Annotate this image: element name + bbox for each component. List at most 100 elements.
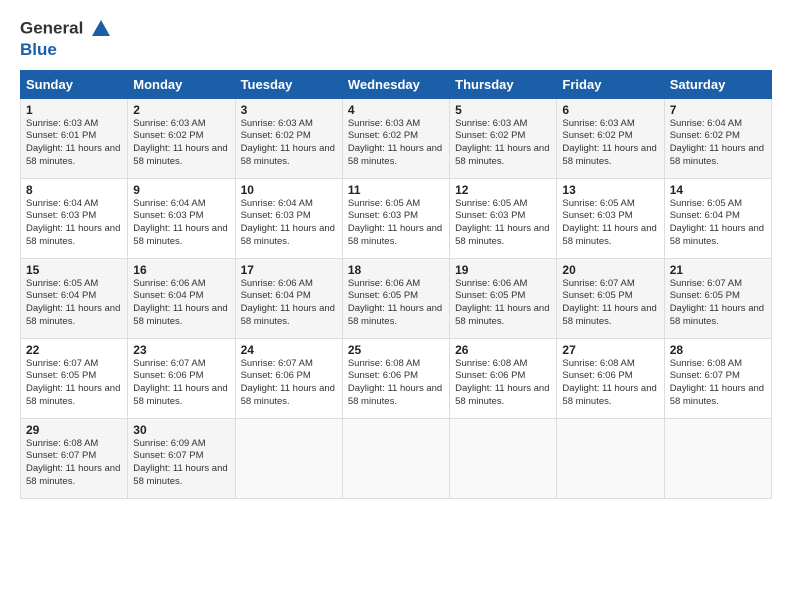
daylight-label: Daylight: 11 hours and 58 minutes.	[26, 143, 120, 167]
page: General Blue SundayMondayTuesdayWednesda…	[0, 0, 792, 612]
day-number: 30	[133, 423, 229, 437]
daylight-label: Daylight: 11 hours and 58 minutes.	[26, 223, 120, 247]
daylight-label: Daylight: 11 hours and 58 minutes.	[241, 223, 335, 247]
calendar-header-sunday: Sunday	[21, 70, 128, 98]
day-info: Sunrise: 6:06 AM Sunset: 6:04 PM Dayligh…	[241, 278, 337, 329]
daylight-label: Daylight: 11 hours and 58 minutes.	[348, 223, 442, 247]
sunrise-label: Sunrise: 6:04 AM	[26, 198, 98, 209]
calendar-cell: 4 Sunrise: 6:03 AM Sunset: 6:02 PM Dayli…	[342, 98, 449, 178]
daylight-label: Daylight: 11 hours and 58 minutes.	[241, 143, 335, 167]
daylight-label: Daylight: 11 hours and 58 minutes.	[670, 303, 764, 327]
sunrise-label: Sunrise: 6:08 AM	[562, 358, 634, 369]
day-info: Sunrise: 6:03 AM Sunset: 6:02 PM Dayligh…	[133, 118, 229, 169]
daylight-label: Daylight: 11 hours and 58 minutes.	[348, 383, 442, 407]
sunrise-label: Sunrise: 6:09 AM	[133, 438, 205, 449]
sunset-label: Sunset: 6:05 PM	[348, 290, 418, 301]
day-number: 20	[562, 263, 658, 277]
sunrise-label: Sunrise: 6:04 AM	[670, 118, 742, 129]
sunrise-label: Sunrise: 6:05 AM	[455, 198, 527, 209]
day-number: 1	[26, 103, 122, 117]
sunset-label: Sunset: 6:06 PM	[348, 370, 418, 381]
calendar-cell: 20 Sunrise: 6:07 AM Sunset: 6:05 PM Dayl…	[557, 258, 664, 338]
calendar-cell: 9 Sunrise: 6:04 AM Sunset: 6:03 PM Dayli…	[128, 178, 235, 258]
calendar-cell	[557, 418, 664, 498]
day-info: Sunrise: 6:09 AM Sunset: 6:07 PM Dayligh…	[133, 438, 229, 489]
day-number: 3	[241, 103, 337, 117]
sunrise-label: Sunrise: 6:08 AM	[670, 358, 742, 369]
sunset-label: Sunset: 6:04 PM	[133, 290, 203, 301]
sunrise-label: Sunrise: 6:05 AM	[348, 198, 420, 209]
calendar-header-monday: Monday	[128, 70, 235, 98]
calendar-cell: 8 Sunrise: 6:04 AM Sunset: 6:03 PM Dayli…	[21, 178, 128, 258]
calendar-week-4: 22 Sunrise: 6:07 AM Sunset: 6:05 PM Dayl…	[21, 338, 772, 418]
calendar-header-row: SundayMondayTuesdayWednesdayThursdayFrid…	[21, 70, 772, 98]
day-info: Sunrise: 6:06 AM Sunset: 6:04 PM Dayligh…	[133, 278, 229, 329]
day-number: 16	[133, 263, 229, 277]
daylight-label: Daylight: 11 hours and 58 minutes.	[562, 383, 656, 407]
sunset-label: Sunset: 6:04 PM	[670, 210, 740, 221]
day-info: Sunrise: 6:08 AM Sunset: 6:07 PM Dayligh…	[670, 358, 766, 409]
calendar-week-3: 15 Sunrise: 6:05 AM Sunset: 6:04 PM Dayl…	[21, 258, 772, 338]
calendar-header-thursday: Thursday	[450, 70, 557, 98]
day-number: 6	[562, 103, 658, 117]
day-number: 27	[562, 343, 658, 357]
sunrise-label: Sunrise: 6:06 AM	[241, 278, 313, 289]
day-info: Sunrise: 6:05 AM Sunset: 6:04 PM Dayligh…	[670, 198, 766, 249]
sunset-label: Sunset: 6:07 PM	[670, 370, 740, 381]
day-info: Sunrise: 6:05 AM Sunset: 6:04 PM Dayligh…	[26, 278, 122, 329]
day-number: 5	[455, 103, 551, 117]
day-number: 2	[133, 103, 229, 117]
calendar-header-wednesday: Wednesday	[342, 70, 449, 98]
logo-general: General	[20, 18, 112, 40]
day-info: Sunrise: 6:07 AM Sunset: 6:05 PM Dayligh…	[670, 278, 766, 329]
sunset-label: Sunset: 6:02 PM	[133, 130, 203, 141]
day-info: Sunrise: 6:03 AM Sunset: 6:02 PM Dayligh…	[562, 118, 658, 169]
sunset-label: Sunset: 6:03 PM	[562, 210, 632, 221]
calendar-cell: 14 Sunrise: 6:05 AM Sunset: 6:04 PM Dayl…	[664, 178, 771, 258]
calendar-table: SundayMondayTuesdayWednesdayThursdayFrid…	[20, 70, 772, 499]
day-info: Sunrise: 6:08 AM Sunset: 6:06 PM Dayligh…	[562, 358, 658, 409]
daylight-label: Daylight: 11 hours and 58 minutes.	[562, 143, 656, 167]
sunrise-label: Sunrise: 6:07 AM	[241, 358, 313, 369]
sunset-label: Sunset: 6:03 PM	[241, 210, 311, 221]
sunset-label: Sunset: 6:03 PM	[348, 210, 418, 221]
daylight-label: Daylight: 11 hours and 58 minutes.	[348, 143, 442, 167]
logo-text: General Blue	[20, 18, 112, 60]
day-info: Sunrise: 6:05 AM Sunset: 6:03 PM Dayligh…	[455, 198, 551, 249]
day-info: Sunrise: 6:03 AM Sunset: 6:02 PM Dayligh…	[348, 118, 444, 169]
day-number: 14	[670, 183, 766, 197]
day-info: Sunrise: 6:04 AM Sunset: 6:03 PM Dayligh…	[133, 198, 229, 249]
sunrise-label: Sunrise: 6:06 AM	[133, 278, 205, 289]
calendar-cell: 2 Sunrise: 6:03 AM Sunset: 6:02 PM Dayli…	[128, 98, 235, 178]
day-number: 21	[670, 263, 766, 277]
day-number: 7	[670, 103, 766, 117]
calendar-cell: 11 Sunrise: 6:05 AM Sunset: 6:03 PM Dayl…	[342, 178, 449, 258]
day-number: 17	[241, 263, 337, 277]
sunrise-label: Sunrise: 6:05 AM	[26, 278, 98, 289]
logo-blue: Blue	[20, 40, 112, 60]
day-info: Sunrise: 6:06 AM Sunset: 6:05 PM Dayligh…	[348, 278, 444, 329]
day-number: 23	[133, 343, 229, 357]
calendar-week-1: 1 Sunrise: 6:03 AM Sunset: 6:01 PM Dayli…	[21, 98, 772, 178]
sunset-label: Sunset: 6:05 PM	[26, 370, 96, 381]
sunrise-label: Sunrise: 6:03 AM	[133, 118, 205, 129]
sunrise-label: Sunrise: 6:07 AM	[26, 358, 98, 369]
day-info: Sunrise: 6:04 AM Sunset: 6:03 PM Dayligh…	[26, 198, 122, 249]
sunset-label: Sunset: 6:05 PM	[455, 290, 525, 301]
calendar-cell: 18 Sunrise: 6:06 AM Sunset: 6:05 PM Dayl…	[342, 258, 449, 338]
calendar-header-friday: Friday	[557, 70, 664, 98]
sunrise-label: Sunrise: 6:03 AM	[241, 118, 313, 129]
day-number: 19	[455, 263, 551, 277]
sunrise-label: Sunrise: 6:03 AM	[455, 118, 527, 129]
day-number: 26	[455, 343, 551, 357]
calendar-cell: 30 Sunrise: 6:09 AM Sunset: 6:07 PM Dayl…	[128, 418, 235, 498]
sunset-label: Sunset: 6:02 PM	[562, 130, 632, 141]
sunrise-label: Sunrise: 6:07 AM	[562, 278, 634, 289]
sunset-label: Sunset: 6:04 PM	[26, 290, 96, 301]
day-info: Sunrise: 6:08 AM Sunset: 6:06 PM Dayligh…	[455, 358, 551, 409]
day-info: Sunrise: 6:05 AM Sunset: 6:03 PM Dayligh…	[562, 198, 658, 249]
sunset-label: Sunset: 6:06 PM	[562, 370, 632, 381]
day-info: Sunrise: 6:07 AM Sunset: 6:05 PM Dayligh…	[562, 278, 658, 329]
sunset-label: Sunset: 6:03 PM	[133, 210, 203, 221]
calendar-header-tuesday: Tuesday	[235, 70, 342, 98]
